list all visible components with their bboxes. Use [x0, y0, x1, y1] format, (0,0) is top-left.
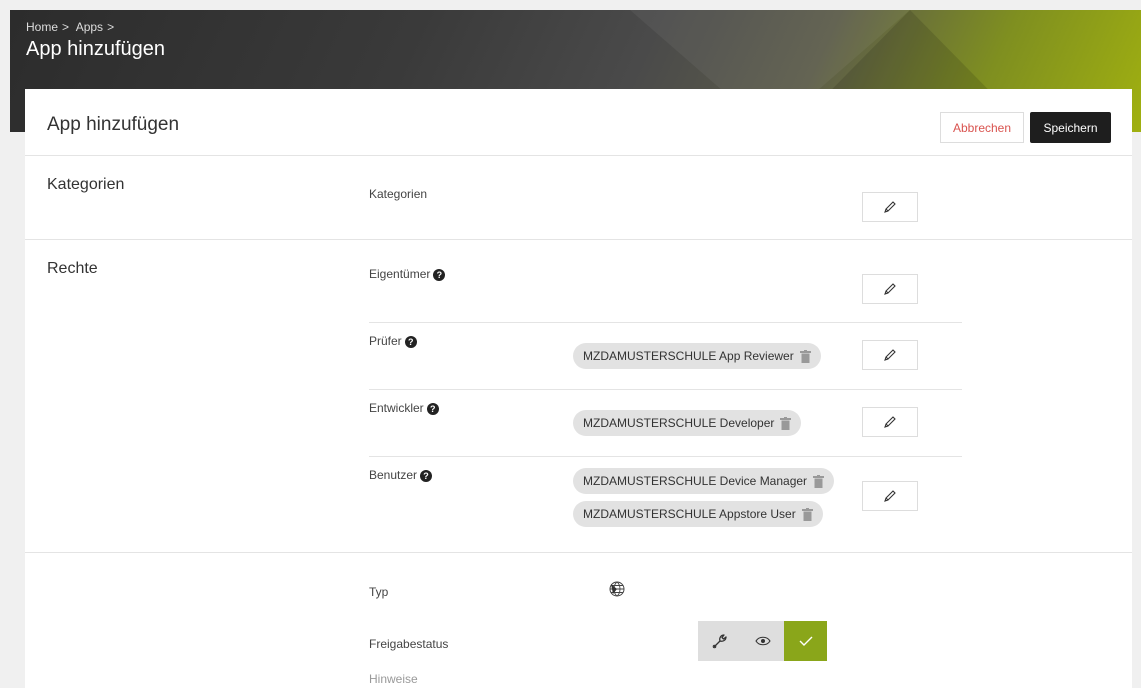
field-label-benutzer: Benutzer? — [369, 468, 433, 482]
pencil-icon — [884, 349, 896, 361]
help-icon[interactable]: ? — [433, 268, 446, 281]
field-label-typ: Typ — [369, 585, 389, 599]
field-label-hinweise: Hinweise — [369, 672, 418, 686]
breadcrumb-separator: > — [107, 20, 115, 34]
status-eye-button[interactable] — [741, 621, 784, 661]
group-pill: MZDAMUSTERSCHULE Appstore User — [573, 501, 823, 527]
pencil-icon — [884, 283, 896, 295]
trash-icon[interactable] — [801, 507, 813, 521]
breadcrumb: Home > Apps > — [26, 20, 118, 34]
cancel-button[interactable]: Abbrechen — [940, 112, 1024, 143]
group-name: MZDAMUSTERSCHULE Appstore User — [583, 507, 796, 521]
entwickler-label: Entwickler — [369, 401, 424, 415]
wrench-icon — [712, 634, 727, 649]
field-label-eigentuemer: Eigentümer? — [369, 267, 446, 281]
globe-icon — [609, 581, 625, 602]
status-wrench-button[interactable] — [698, 621, 741, 661]
check-icon — [799, 636, 812, 646]
group-name: MZDAMUSTERSCHULE Device Manager — [583, 474, 808, 488]
divider — [369, 389, 962, 390]
group-name: MZDAMUSTERSCHULE Developer — [583, 416, 775, 430]
breadcrumb-apps[interactable]: Apps — [76, 20, 103, 34]
breadcrumb-home[interactable]: Home — [26, 20, 58, 34]
help-icon[interactable]: ? — [404, 335, 417, 348]
save-button[interactable]: Speichern — [1030, 112, 1111, 143]
benutzer-label: Benutzer — [369, 468, 418, 482]
breadcrumb-separator: > — [62, 20, 70, 34]
eigentuemer-label: Eigentümer — [369, 267, 431, 281]
trash-icon[interactable] — [799, 349, 811, 363]
section-title-rechte: Rechte — [47, 260, 98, 277]
status-check-button[interactable] — [784, 621, 827, 661]
field-label-pruefer: Prüfer? — [369, 334, 417, 348]
group-pill: MZDAMUSTERSCHULE Developer — [573, 410, 802, 436]
section-kategorien: Kategorien Kategorien — [25, 156, 1132, 240]
page-title: App hinzufügen — [26, 38, 166, 60]
status-toggle-group — [698, 621, 827, 661]
divider — [369, 456, 962, 457]
help-icon[interactable]: ? — [426, 402, 439, 415]
field-label-freigabestatus: Freigabestatus — [369, 637, 449, 651]
group-name: MZDAMUSTERSCHULE App Reviewer — [583, 349, 794, 363]
field-label-kategorien: Kategorien — [369, 187, 428, 201]
trash-icon[interactable] — [813, 474, 825, 488]
edit-pruefer-button[interactable] — [862, 340, 918, 370]
pencil-icon — [884, 490, 896, 502]
group-pill: MZDAMUSTERSCHULE Device Manager — [573, 468, 835, 494]
edit-entwickler-button[interactable] — [862, 407, 918, 437]
section-rechte: Rechte Eigentümer? Prüfer? MZDAMUSTERSCH… — [25, 240, 1132, 553]
section-title-kategorien: Kategorien — [47, 176, 125, 193]
pruefer-label: Prüfer — [369, 334, 402, 348]
main-card: App hinzufügen Abbrechen Speichern Kateg… — [25, 89, 1132, 688]
eye-icon — [754, 636, 771, 646]
divider — [369, 322, 962, 323]
edit-kategorien-button[interactable] — [862, 192, 918, 222]
edit-benutzer-button[interactable] — [862, 481, 918, 511]
help-icon[interactable]: ? — [420, 469, 433, 482]
group-pill: MZDAMUSTERSCHULE App Reviewer — [573, 343, 821, 369]
pencil-icon — [884, 201, 896, 213]
field-label-entwickler: Entwickler? — [369, 401, 439, 415]
edit-eigentuemer-button[interactable] — [862, 274, 918, 304]
card-title: App hinzufügen — [47, 114, 180, 135]
pencil-icon — [884, 416, 896, 428]
card-header: App hinzufügen Abbrechen Speichern — [25, 89, 1132, 156]
trash-icon[interactable] — [780, 416, 792, 430]
